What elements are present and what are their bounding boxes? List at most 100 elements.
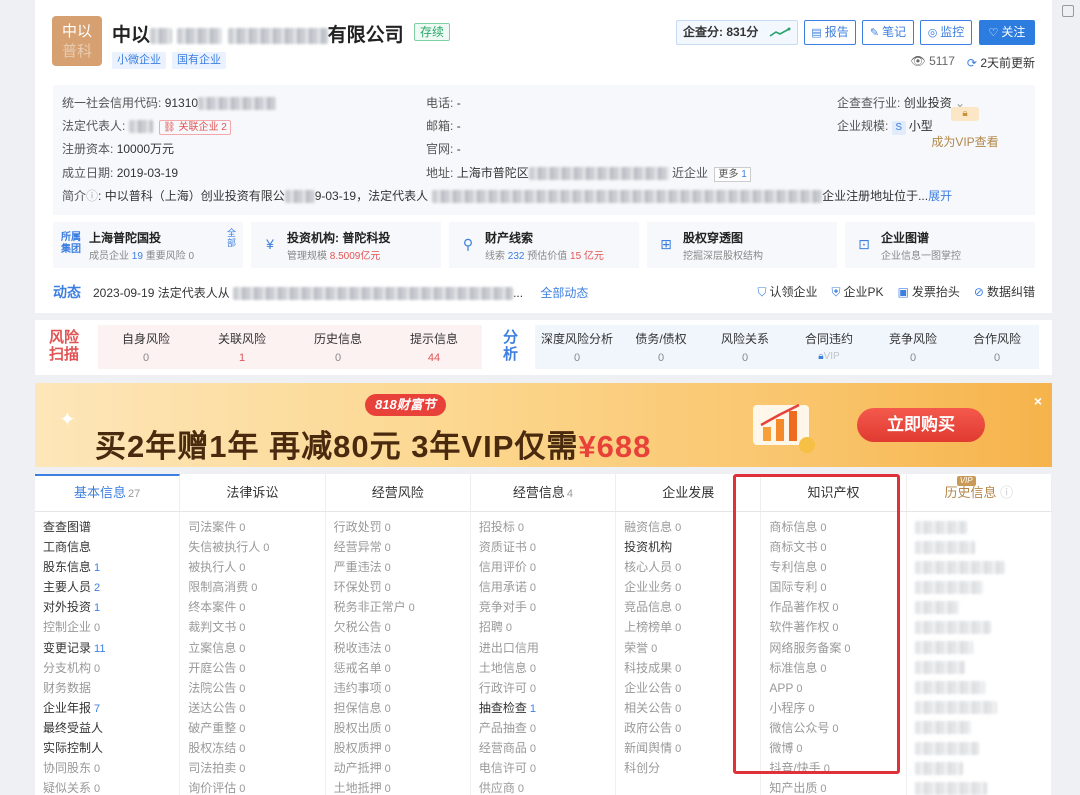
quick-card-graph[interactable]: ⊡ 企业图谱 企业信息一图掌控 (845, 222, 1035, 268)
category-item[interactable]: 控制企业 0 (43, 617, 179, 637)
category-item[interactable]: 查查图谱 (43, 517, 179, 537)
buy-now-button[interactable]: 立即购买 (857, 408, 985, 442)
category-item[interactable]: 立案信息 0 (188, 638, 324, 658)
category-item[interactable]: 上榜榜单 0 (624, 617, 760, 637)
category-item[interactable]: 协同股东 0 (43, 758, 179, 778)
tab-development[interactable]: 企业发展 (616, 474, 762, 511)
category-item[interactable]: 限制高消费 0 (188, 577, 324, 597)
tag-state-owned[interactable]: 国有企业 (172, 52, 226, 69)
category-item[interactable]: 实际控制人 (43, 738, 179, 758)
category-item[interactable]: 询价评估 0 (188, 778, 324, 795)
window-icon[interactable] (1062, 5, 1074, 17)
category-item[interactable]: 产品抽查 0 (479, 718, 615, 738)
category-item[interactable]: 行政许可 0 (479, 678, 615, 698)
category-item[interactable]: 环保处罚 0 (334, 577, 470, 597)
category-item[interactable]: 税收违法 0 (334, 638, 470, 658)
category-item[interactable]: 开庭公告 0 (188, 658, 324, 678)
quick-card-investor[interactable]: ¥ 投资机构: 普陀科投 管理规模 8.5009亿元 (251, 222, 441, 268)
category-item[interactable]: 标准信息 0 (769, 658, 905, 678)
category-item[interactable]: 裁判文书 0 (188, 617, 324, 637)
monitor-button[interactable]: ◎ 监控 (920, 20, 972, 45)
category-item[interactable]: 科技成果 0 (624, 658, 760, 678)
category-item[interactable]: 司法拍卖 0 (188, 758, 324, 778)
risk-item-related[interactable]: 关联风险 1 (194, 325, 290, 369)
dynamics-text[interactable]: 2023-09-19 法定代表人从 (93, 286, 230, 300)
tab-basic-info[interactable]: 基本信息 27 (35, 474, 181, 511)
category-item[interactable]: 作品著作权 0 (769, 597, 905, 617)
company-pk-button[interactable]: ⛨ 企业PK (832, 278, 884, 306)
category-item[interactable]: 担保信息 0 (334, 698, 470, 718)
category-item[interactable]: 软件著作权 0 (769, 617, 905, 637)
tab-history[interactable]: VIP 历史信息 ⓘ (907, 474, 1052, 511)
category-item[interactable]: 荣誉 0 (624, 638, 760, 658)
category-item[interactable]: 主要人员 2 (43, 577, 179, 597)
vip-cover[interactable]: 🔒︎ 成为VIP查看 (905, 105, 1025, 150)
category-item[interactable]: 财务数据 (43, 678, 179, 698)
expand-intro-link[interactable]: 展开 (928, 189, 952, 203)
category-item[interactable]: 科创分 (624, 758, 760, 778)
risk-item-self[interactable]: 自身风险 0 (98, 325, 194, 369)
update-status[interactable]: ⟳ 2天前更新 (967, 54, 1035, 71)
tab-ip[interactable]: 知识产权 (761, 474, 907, 511)
category-item[interactable]: 经营异常 0 (334, 537, 470, 557)
category-item[interactable]: 专利信息 0 (769, 557, 905, 577)
category-item[interactable]: 进出口信用 (479, 638, 615, 658)
category-item[interactable]: 行政处罚 0 (334, 517, 470, 537)
category-item[interactable]: 商标文书 0 (769, 537, 905, 557)
risk-item-hint[interactable]: 提示信息 44 (386, 325, 482, 369)
category-item[interactable]: 企业业务 0 (624, 577, 760, 597)
category-item[interactable]: 终本案件 0 (188, 597, 324, 617)
category-item[interactable]: 工商信息 (43, 537, 179, 557)
enterprise-score[interactable]: 企查分: 831分 (676, 20, 798, 45)
tab-operating-risk[interactable]: 经营风险 (326, 474, 471, 511)
category-item[interactable]: 失信被执行人 0 (188, 537, 324, 557)
category-item[interactable]: 分支机构 0 (43, 658, 179, 678)
category-item[interactable]: 疑似关系 0 (43, 778, 179, 795)
category-item[interactable]: 动产抵押 0 (334, 758, 470, 778)
category-item[interactable]: 新闻舆情 0 (624, 738, 760, 758)
category-item[interactable]: 信用评价 0 (479, 557, 615, 577)
category-item[interactable]: 股权冻结 0 (188, 738, 324, 758)
category-item[interactable]: 融资信息 0 (624, 517, 760, 537)
category-item[interactable]: 投资机构 (624, 537, 760, 557)
category-item[interactable]: 欠税公告 0 (334, 617, 470, 637)
category-item[interactable]: 惩戒名单 0 (334, 658, 470, 678)
risk-item-history[interactable]: 历史信息 0 (290, 325, 386, 369)
category-item[interactable]: 经营商品 0 (479, 738, 615, 758)
category-item[interactable]: 小程序 0 (769, 698, 905, 718)
data-correction-button[interactable]: ⊘ 数据纠错 (974, 278, 1035, 306)
category-item[interactable]: 最终受益人 (43, 718, 179, 738)
quick-card-property[interactable]: ⚲ 财产线索 线索 232 预估价值 15 亿元 (449, 222, 639, 268)
category-item[interactable]: 微博 0 (769, 738, 905, 758)
category-item[interactable]: 招聘 0 (479, 617, 615, 637)
category-item[interactable]: 被执行人 0 (188, 557, 324, 577)
category-item[interactable]: 土地信息 0 (479, 658, 615, 678)
analysis-item-cooperation[interactable]: 合作风险 0 (955, 325, 1039, 369)
claim-company-button[interactable]: ⛉ 认领企业 (758, 278, 818, 306)
quick-card-group[interactable]: 所属集团 上海普陀国投 成员企业 19 重要风险 0 全部 (53, 222, 243, 268)
category-item[interactable]: 信用承诺 0 (479, 577, 615, 597)
category-item[interactable]: 电信许可 0 (479, 758, 615, 778)
follow-button[interactable]: ♡ 关注 (979, 20, 1035, 45)
category-item[interactable]: 国际专利 0 (769, 577, 905, 597)
category-item[interactable]: 股东信息 1 (43, 557, 179, 577)
category-item[interactable]: 股权出质 0 (334, 718, 470, 738)
category-item[interactable]: 竞品信息 0 (624, 597, 760, 617)
credit-code-value[interactable]: 91310 (165, 96, 198, 110)
all-dynamics-link[interactable]: 全部动态 (540, 286, 588, 300)
category-item[interactable]: 知产出质 0 (769, 778, 905, 795)
promo-banner[interactable]: ✦ 818财富节 买2年赠1年 再减80元 3年VIP仅需¥688 立即购买 × (35, 383, 1052, 467)
tab-legal[interactable]: 法律诉讼 (180, 474, 326, 511)
tag-small-business[interactable]: 小微企业 (112, 52, 166, 69)
category-item[interactable]: APP 0 (769, 678, 905, 698)
category-item[interactable]: 送达公告 0 (188, 698, 324, 718)
category-item[interactable]: 微信公众号 0 (769, 718, 905, 738)
analysis-item-relation[interactable]: 风险关系 0 (703, 325, 787, 369)
category-item[interactable]: 土地抵押 0 (334, 778, 470, 795)
more-address-button[interactable]: 更多 1 (714, 167, 751, 182)
category-item[interactable]: 抽查检查 1 (479, 698, 615, 718)
category-item[interactable]: 网络服务备案 0 (769, 638, 905, 658)
category-item[interactable]: 招投标 0 (479, 517, 615, 537)
category-item[interactable]: 企业公告 0 (624, 678, 760, 698)
category-item[interactable]: 司法案件 0 (188, 517, 324, 537)
